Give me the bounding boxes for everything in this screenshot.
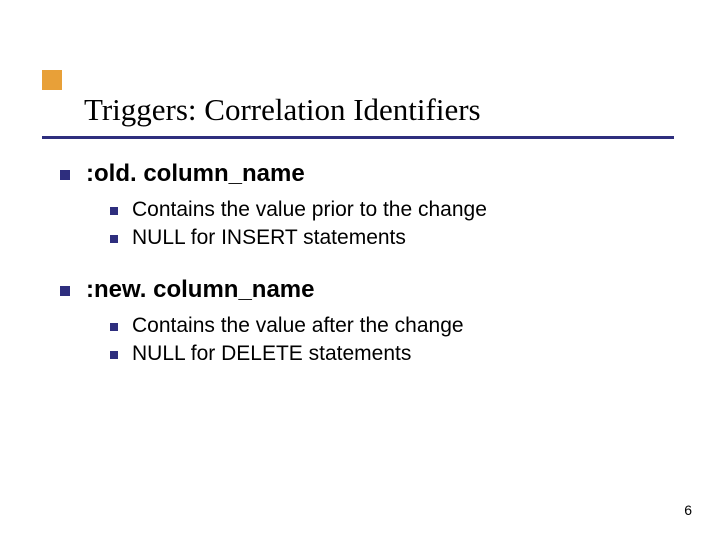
list-item-label: Contains the value prior to the change	[132, 198, 487, 222]
square-bullet-icon	[60, 286, 70, 296]
square-bullet-icon	[60, 170, 70, 180]
list-item-label: :new. column_name	[86, 276, 315, 304]
sublist: Contains the value after the change NULL…	[110, 314, 680, 366]
list-item: Contains the value prior to the change	[110, 198, 680, 222]
page-number: 6	[684, 502, 692, 518]
slide: Triggers: Correlation Identifiers :old. …	[0, 0, 720, 540]
list-item: NULL for DELETE statements	[110, 342, 680, 366]
content-area: :old. column_name Contains the value pri…	[60, 160, 680, 392]
list-item-label: Contains the value after the change	[132, 314, 464, 338]
list-item-label: NULL for INSERT statements	[132, 226, 406, 250]
list-item: NULL for INSERT statements	[110, 226, 680, 250]
title-underline	[42, 136, 674, 139]
square-bullet-icon	[110, 351, 118, 359]
list-item-label: :old. column_name	[86, 160, 305, 188]
title-area: Triggers: Correlation Identifiers	[84, 92, 680, 139]
sublist: Contains the value prior to the change N…	[110, 198, 680, 250]
square-bullet-icon	[110, 207, 118, 215]
list-item: :new. column_name	[60, 276, 680, 304]
square-bullet-icon	[110, 235, 118, 243]
accent-square	[42, 70, 62, 90]
list-item: Contains the value after the change	[110, 314, 680, 338]
list-item-label: NULL for DELETE statements	[132, 342, 411, 366]
square-bullet-icon	[110, 323, 118, 331]
slide-title: Triggers: Correlation Identifiers	[84, 92, 680, 134]
list-item: :old. column_name	[60, 160, 680, 188]
